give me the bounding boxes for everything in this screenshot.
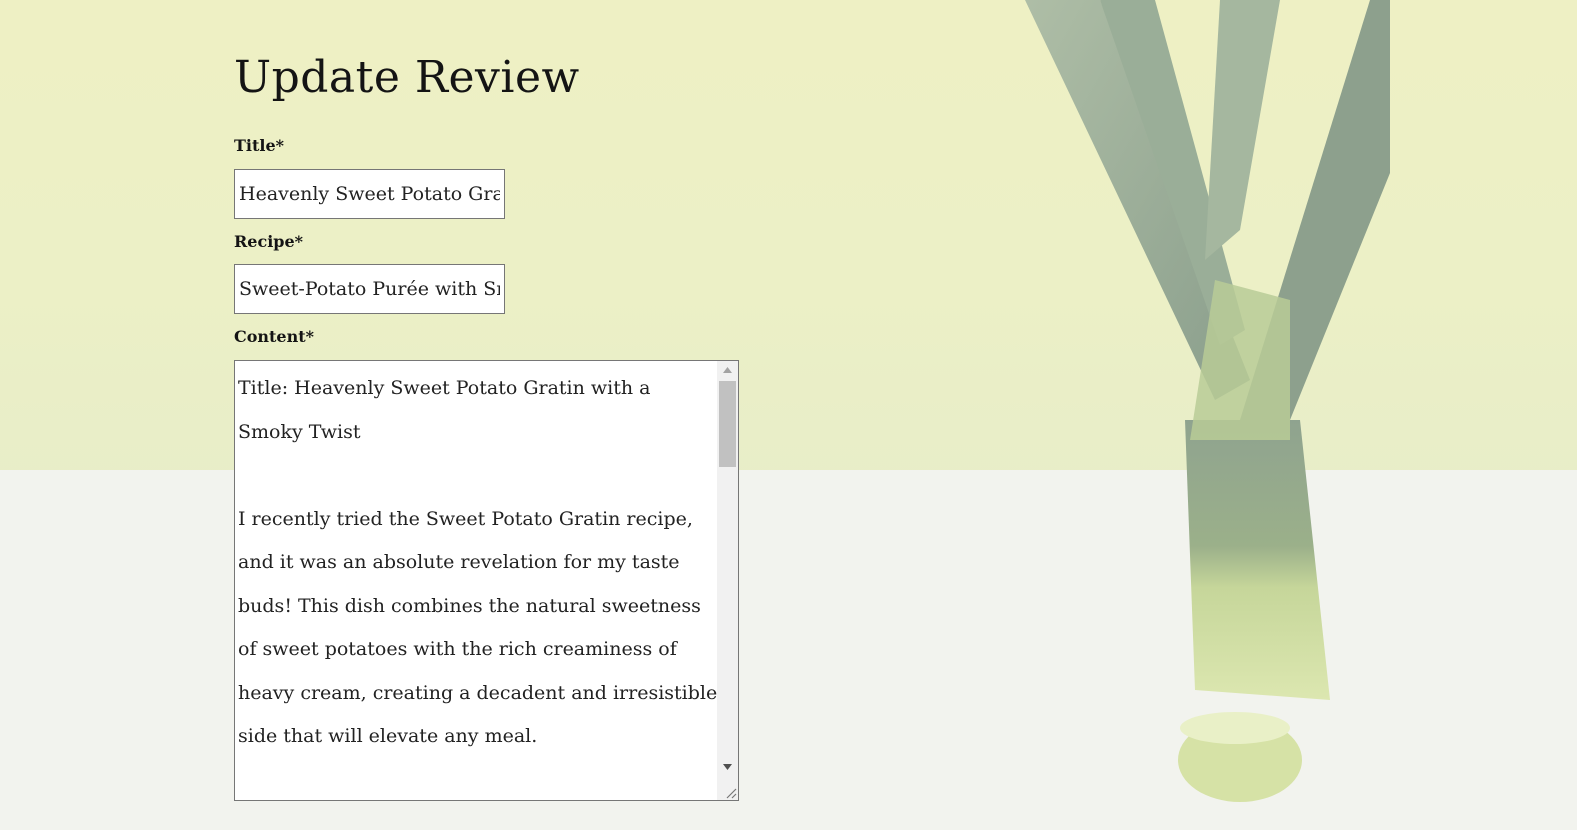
recipe-label: Recipe* (234, 232, 304, 251)
content-label: Content* (234, 327, 314, 346)
page-title: Update Review (234, 52, 580, 103)
leek-illustration (1025, 0, 1390, 802)
title-label: Title* (234, 136, 284, 155)
scroll-thumb[interactable] (719, 381, 736, 467)
content-text[interactable]: Title: Heavenly Sweet Potato Gratin with… (238, 367, 718, 759)
triangle-up-icon[interactable] (717, 361, 738, 378)
resize-grip-icon[interactable] (723, 785, 737, 799)
content-textarea[interactable]: Title: Heavenly Sweet Potato Gratin with… (234, 360, 739, 801)
title-input[interactable] (234, 169, 505, 219)
triangle-down-icon[interactable] (717, 758, 738, 775)
content-scrollbar[interactable] (717, 361, 738, 800)
recipe-input[interactable] (234, 264, 505, 314)
